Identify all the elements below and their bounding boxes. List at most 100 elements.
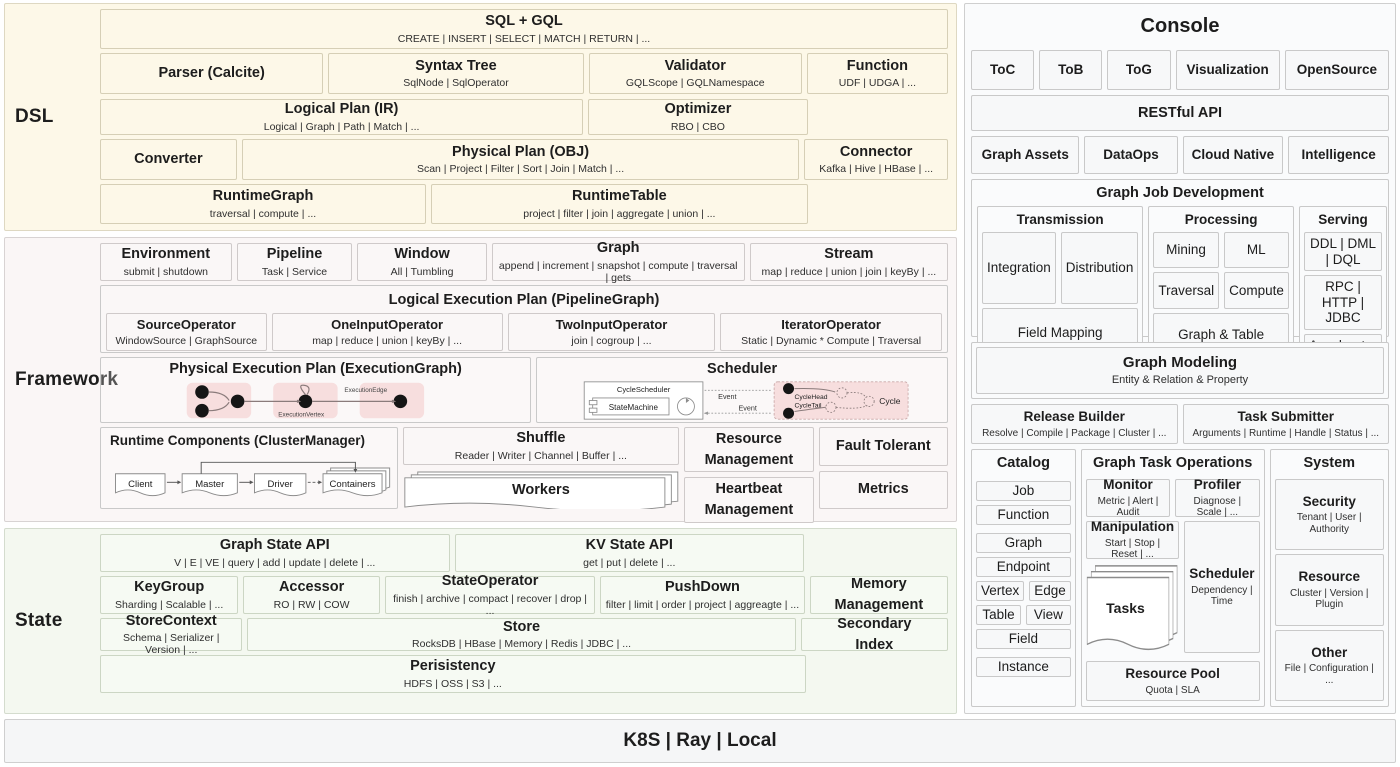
kv-state-api-sub: get | put | delete | ... <box>583 556 676 569</box>
fw-window[interactable]: Window All | Tumbling <box>357 243 487 281</box>
architecture-diagram: DSL SQL + GQL CREATE | INSERT | SELECT |… <box>0 0 1400 767</box>
dsl-runtime-table[interactable]: RuntimeTable project | filter | join | a… <box>431 184 808 224</box>
restful-api[interactable]: RESTful API <box>971 95 1389 131</box>
fw-iterator-operator[interactable]: IteratorOperator Static | Dynamic * Comp… <box>720 313 942 352</box>
catalog-job[interactable]: Job <box>976 481 1071 501</box>
catalog-view[interactable]: View <box>1025 605 1071 625</box>
system-other[interactable]: Other File | Configuration | ... <box>1274 629 1384 701</box>
st-memory-management[interactable]: Memory Management <box>809 576 948 614</box>
logical-exec-plan-title: Logical Execution Plan (PipelineGraph) <box>388 292 660 308</box>
ops-tasks[interactable]: Tasks <box>1086 563 1179 653</box>
catalog-graph[interactable]: Graph <box>976 533 1071 553</box>
st-graph-state-api[interactable]: Graph State API V | E | VE | query | add… <box>100 534 450 572</box>
fw-pipeline[interactable]: Pipeline Task | Service <box>236 243 353 281</box>
graph-modeling[interactable]: Graph Modeling Entity & Relation & Prope… <box>976 347 1384 394</box>
workers-title: Workers <box>512 481 570 498</box>
dsl-connector[interactable]: Connector Kafka | Hive | HBase | ... <box>804 139 948 180</box>
fw-heartbeat-management[interactable]: Heartbeat Management <box>684 477 814 523</box>
catalog-vertex[interactable]: Vertex <box>976 581 1025 601</box>
capability-dataops[interactable]: DataOps <box>1084 136 1178 174</box>
ops-monitor[interactable]: Monitor Metric | Alert | Audit <box>1085 477 1171 518</box>
catalog-endpoint[interactable]: Endpoint <box>976 557 1071 577</box>
st-store[interactable]: Store RocksDB | HBase | Memory | Redis |… <box>247 618 796 651</box>
converter-title: Converter <box>134 151 203 168</box>
tab-tob[interactable]: ToB <box>1039 50 1103 90</box>
accessor-title: Accessor <box>278 579 345 596</box>
st-keygroup[interactable]: KeyGroup Sharding | Scalable | ... <box>100 576 239 614</box>
processing-traversal[interactable]: Traversal <box>1153 272 1220 309</box>
fw-environment[interactable]: Environment submit | shutdown <box>100 243 232 281</box>
security-title: Security <box>1302 493 1356 509</box>
physical-plan-title: Physical Plan (OBJ) <box>452 143 590 160</box>
graph-state-api-title: Graph State API <box>219 537 330 554</box>
cluster-manager-art: Client Master Driver Containers <box>115 461 391 497</box>
optimizer-title: Optimizer <box>664 101 732 118</box>
system-security[interactable]: Security Tenant | User | Authority <box>1274 479 1384 551</box>
st-accessor[interactable]: Accessor RO | RW | COW <box>243 576 380 614</box>
monitor-title: Monitor <box>1103 477 1153 493</box>
catalog-table[interactable]: Table <box>976 605 1021 625</box>
pipeline-sub: Task | Service <box>261 265 328 278</box>
release-builder[interactable]: Release Builder Resolve | Compile | Pack… <box>971 404 1178 444</box>
fw-workers[interactable]: Workers <box>403 470 680 509</box>
st-persistency[interactable]: Perisistency HDFS | OSS | S3 | ... <box>100 655 806 693</box>
restful-api-label: RESTful API <box>1137 104 1223 121</box>
tab-tog[interactable]: ToG <box>1107 50 1171 90</box>
iterator-operator-sub: Static | Dynamic * Compute | Traversal <box>741 335 922 347</box>
fw-runtime-components: Runtime Components (ClusterManager) Clie… <box>100 427 398 509</box>
dsl-runtime-graph[interactable]: RuntimeGraph traversal | compute | ... <box>100 184 427 224</box>
persistency-sub: HDFS | OSS | S3 | ... <box>403 677 502 690</box>
dsl-sql-gql[interactable]: SQL + GQL CREATE | INSERT | SELECT | MAT… <box>100 9 948 49</box>
tab-toc[interactable]: ToC <box>971 50 1035 90</box>
ops-scheduler[interactable]: Scheduler Dependency | Time <box>1184 521 1260 653</box>
st-kv-state-api[interactable]: KV State API get | put | delete | ... <box>454 534 804 572</box>
fw-resource-management[interactable]: Resource Management <box>684 427 814 473</box>
transmission-distribution[interactable]: Distribution <box>1060 232 1139 304</box>
catalog-instance[interactable]: Instance <box>976 657 1071 677</box>
fw-metrics[interactable]: Metrics <box>818 470 948 509</box>
st-secondary-index[interactable]: Secondary Index <box>800 616 948 653</box>
fw-shuffle[interactable]: Shuffle Reader | Writer | Channel | Buff… <box>402 427 680 465</box>
fw-stream[interactable]: Stream map | reduce | union | join | key… <box>749 243 948 281</box>
execution-vertex-label: ExecutionVertex <box>278 412 325 419</box>
tab-opensource[interactable]: OpenSource <box>1284 50 1390 90</box>
fw-graph[interactable]: Graph append | increment | snapshot | co… <box>491 240 745 284</box>
fw-two-input-operator[interactable]: TwoInputOperator join | cogroup | ... <box>507 313 716 352</box>
dsl-logical-plan[interactable]: Logical Plan (IR) Logical | Graph | Path… <box>100 99 584 135</box>
st-state-operator[interactable]: StateOperator finish | archive | compact… <box>384 573 596 617</box>
capability-cloud-native[interactable]: Cloud Native <box>1182 136 1284 174</box>
capability-intelligence[interactable]: Intelligence <box>1288 136 1389 174</box>
transmission-integration[interactable]: Integration <box>982 232 1056 304</box>
one-input-operator-sub: map | reduce | union | keyBy | ... <box>312 335 463 347</box>
ops-profiler[interactable]: Profiler Diagnose | Scale | ... <box>1175 477 1260 518</box>
processing-mining[interactable]: Mining <box>1153 232 1219 269</box>
resource-management-line2: Management <box>704 451 794 468</box>
system-resource[interactable]: Resource Cluster | Version | Plugin <box>1274 554 1384 626</box>
left-stack: DSL SQL + GQL CREATE | INSERT | SELECT |… <box>4 3 957 714</box>
catalog-field[interactable]: Field <box>976 629 1071 649</box>
runtime-components-title: Runtime Components (ClusterManager) <box>110 433 366 448</box>
dsl-physical-plan[interactable]: Physical Plan (OBJ) Scan | Project | Fil… <box>241 139 800 180</box>
processing-ml[interactable]: ML <box>1223 232 1289 269</box>
ops-manipulation[interactable]: Manipulation Start | Stop | Reset | ... <box>1085 519 1180 560</box>
shuffle-sub: Reader | Writer | Channel | Buffer | ... <box>454 449 627 462</box>
st-pushdown[interactable]: PushDown filter | limit | order | projec… <box>600 576 805 614</box>
dsl-converter[interactable]: Converter <box>100 139 237 180</box>
processing-compute[interactable]: Compute <box>1224 272 1289 309</box>
task-submitter[interactable]: Task Submitter Arguments | Runtime | Han… <box>1182 404 1389 444</box>
fw-fault-tolerant[interactable]: Fault Tolerant <box>818 427 948 466</box>
tab-visualization[interactable]: Visualization <box>1175 50 1280 90</box>
fw-one-input-operator[interactable]: OneInputOperator map | reduce | union | … <box>271 313 503 352</box>
serving-ddl-dml-dql[interactable]: DDL | DML | DQL <box>1303 232 1383 272</box>
console-tabs: ToC ToB ToG Visualization OpenSource <box>971 50 1390 90</box>
capability-graph-assets[interactable]: Graph Assets <box>971 136 1080 174</box>
catalog-edge[interactable]: Edge <box>1029 581 1071 601</box>
infrastructure-bar[interactable]: K8S | Ray | Local <box>4 719 1396 763</box>
serving-rpc-http-jdbc[interactable]: RPC | HTTP | JDBC <box>1303 275 1383 330</box>
ops-resource-pool[interactable]: Resource Pool Quota | SLA <box>1085 661 1260 701</box>
st-store-context[interactable]: StoreContext Schema | Serializer | Versi… <box>100 613 243 656</box>
dsl-optimizer[interactable]: Optimizer RBO | CBO <box>588 99 808 135</box>
fw-source-operator[interactable]: SourceOperator WindowSource | GraphSourc… <box>106 313 267 352</box>
security-sub: Tenant | User | Authority <box>1296 512 1362 535</box>
catalog-function[interactable]: Function <box>976 505 1071 525</box>
